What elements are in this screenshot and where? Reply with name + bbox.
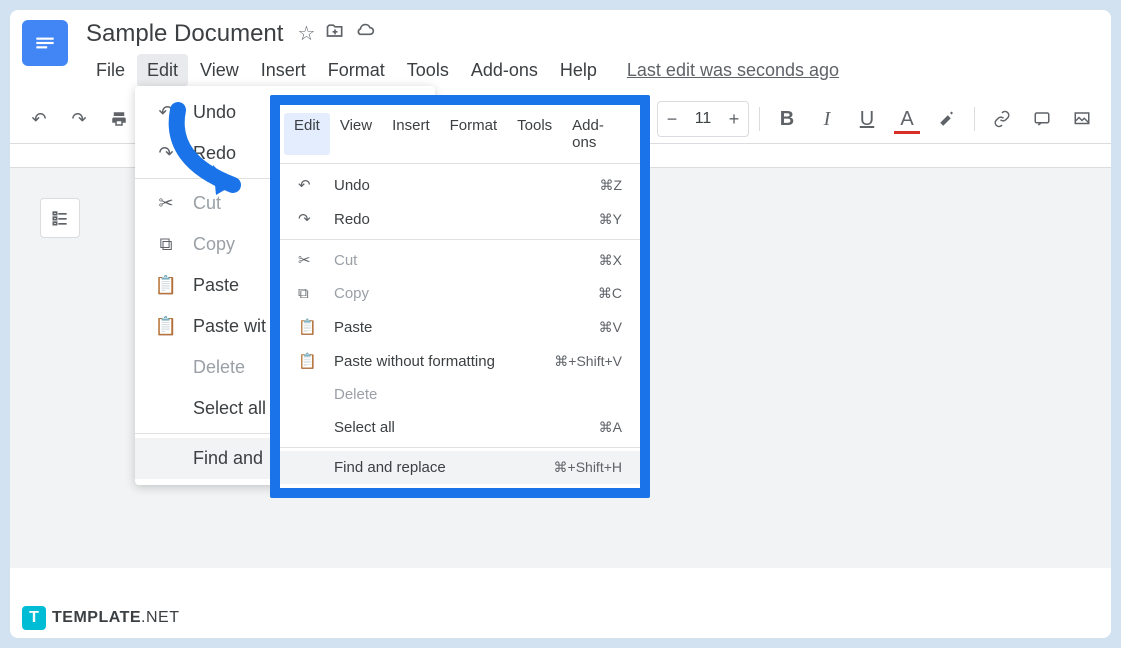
menu-edit[interactable]: Edit [137, 54, 188, 87]
font-size-decrease[interactable]: − [658, 102, 686, 136]
omenu-edit[interactable]: Edit [284, 113, 330, 155]
bold-button[interactable]: B [770, 102, 804, 136]
insert-image-button[interactable] [1065, 102, 1099, 136]
font-size-increase[interactable]: + [720, 102, 748, 136]
omenu-view[interactable]: View [330, 113, 382, 155]
star-icon[interactable]: ☆ [297, 21, 315, 47]
font-size-value[interactable]: 11 [686, 110, 720, 128]
copy-icon: ⧉ [155, 234, 177, 255]
insert-comment-button[interactable] [1025, 102, 1059, 136]
menu-view[interactable]: View [190, 54, 249, 87]
shortcut: ⌘Z [599, 177, 622, 194]
odd-copy[interactable]: ⧉Copy⌘C [280, 277, 640, 310]
shortcut: ⌘C [598, 285, 622, 302]
omenu-format[interactable]: Format [440, 113, 508, 155]
paste-icon: 📋 [298, 318, 320, 336]
undo-icon: ↶ [298, 176, 320, 194]
docs-logo-icon[interactable] [22, 20, 68, 66]
print-button[interactable] [102, 102, 136, 136]
tutorial-arrow-icon [148, 100, 268, 210]
title-row: Sample Document ☆ [86, 20, 1099, 48]
paste-wf-icon: 📋 [298, 352, 320, 370]
outline-toggle-button[interactable] [40, 198, 80, 238]
text-color-button[interactable]: A [890, 102, 924, 136]
separator [280, 239, 640, 240]
menu-format[interactable]: Format [318, 54, 395, 87]
shortcut: ⌘+Shift+V [554, 353, 622, 370]
tutorial-overlay: Edit View Insert Format Tools Add-ons ↶U… [270, 95, 650, 498]
odd-paste[interactable]: 📋Paste⌘V [280, 310, 640, 344]
separator [280, 447, 640, 448]
redo-button[interactable]: ↷ [62, 102, 96, 136]
move-folder-icon[interactable] [325, 21, 345, 47]
document-title[interactable]: Sample Document [86, 20, 283, 48]
omenu-addons[interactable]: Add-ons [562, 113, 636, 155]
shortcut: ⌘+Shift+H [554, 459, 622, 476]
underline-button[interactable]: U [850, 102, 884, 136]
template-logo-icon: T [22, 606, 46, 630]
highlight-button[interactable] [930, 102, 964, 136]
paste-icon: 📋 [155, 275, 177, 296]
title-area: Sample Document ☆ File Edit View Insert … [86, 20, 1099, 87]
cloud-status-icon[interactable] [355, 21, 375, 47]
odd-undo[interactable]: ↶Undo⌘Z [280, 168, 640, 202]
odd-delete[interactable]: Delete [280, 378, 640, 411]
branding-badge: T TEMPLATE.NET [22, 606, 179, 630]
menu-file[interactable]: File [86, 54, 135, 87]
separator [974, 107, 975, 131]
header: Sample Document ☆ File Edit View Insert … [10, 10, 1111, 87]
italic-button[interactable]: I [810, 102, 844, 136]
menu-addons[interactable]: Add-ons [461, 54, 548, 87]
font-size-control: − 11 + [657, 101, 749, 137]
cut-icon: ✂ [298, 251, 320, 269]
last-edit-link[interactable]: Last edit was seconds ago [627, 60, 839, 81]
menu-tools[interactable]: Tools [397, 54, 459, 87]
menu-bar: File Edit View Insert Format Tools Add-o… [86, 54, 1099, 87]
odd-select-all[interactable]: Select all⌘A [280, 411, 640, 444]
omenu-insert[interactable]: Insert [382, 113, 440, 155]
odd-redo[interactable]: ↷Redo⌘Y [280, 202, 640, 236]
shortcut: ⌘V [599, 319, 622, 336]
undo-button[interactable]: ↶ [22, 102, 56, 136]
overlay-inner: Edit View Insert Format Tools Add-ons ↶U… [280, 105, 640, 488]
paste-wf-icon: 📋 [155, 316, 177, 337]
overlay-menubar: Edit View Insert Format Tools Add-ons [280, 105, 640, 164]
shortcut: ⌘X [599, 252, 622, 269]
separator [759, 107, 760, 131]
menu-insert[interactable]: Insert [251, 54, 316, 87]
odd-find-replace[interactable]: Find and replace⌘+Shift+H [280, 451, 640, 484]
insert-link-button[interactable] [985, 102, 1019, 136]
odd-paste-wf[interactable]: 📋Paste without formatting⌘+Shift+V [280, 344, 640, 378]
overlay-dropdown: ↶Undo⌘Z ↷Redo⌘Y ✂Cut⌘X ⧉Copy⌘C 📋Paste⌘V … [280, 164, 640, 488]
redo-icon: ↷ [298, 210, 320, 228]
shortcut: ⌘Y [599, 211, 622, 228]
title-icons: ☆ [297, 21, 375, 47]
shortcut: ⌘A [599, 419, 622, 436]
copy-icon: ⧉ [298, 285, 320, 302]
branding-text: TEMPLATE.NET [52, 609, 179, 627]
odd-cut[interactable]: ✂Cut⌘X [280, 243, 640, 277]
menu-help[interactable]: Help [550, 54, 607, 87]
omenu-tools[interactable]: Tools [507, 113, 562, 155]
